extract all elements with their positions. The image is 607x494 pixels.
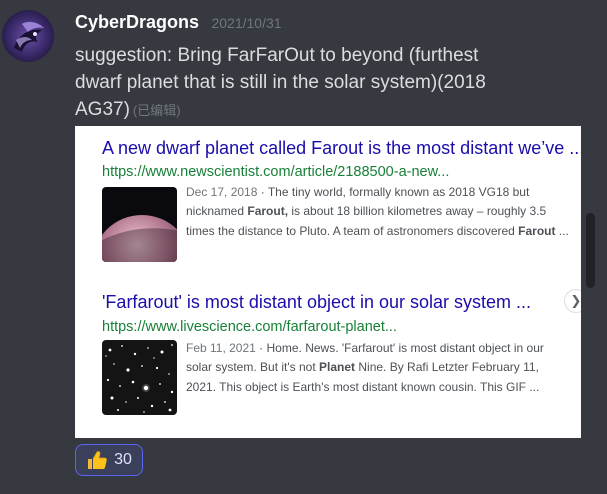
result-date: Dec 17, 2018 <box>186 185 258 199</box>
snippet-text: Home. News. 'Farfarout' is most distant … <box>266 341 544 355</box>
dwarf-planet-image-icon <box>102 187 177 262</box>
scrollbar-thumb[interactable] <box>586 213 595 288</box>
reaction-count: 30 <box>114 451 132 468</box>
thumbs-up-icon <box>88 451 107 469</box>
message-content: suggestion: Bring FarFarOut to beyond (f… <box>75 42 520 124</box>
result-title-link[interactable]: A new dwarf planet called Farout is the … <box>102 138 581 159</box>
search-results-embed: A new dwarf planet called Farout is the … <box>75 126 581 438</box>
result-url[interactable]: https://www.newscientist.com/article/218… <box>102 164 449 180</box>
chat-message: CyberDragons 2021/10/31 suggestion: Brin… <box>0 0 607 494</box>
snippet-line: Dec 17, 2018 · The tiny world, formally … <box>186 185 530 199</box>
result-date: Feb 11, 2021 <box>186 341 256 355</box>
planet-thumbnail[interactable] <box>102 187 177 262</box>
result-snippet: Dec 17, 2018 · The tiny world, formally … <box>186 183 580 241</box>
snippet-text: 2021. This object is Earth's most distan… <box>186 379 540 394</box>
timestamp: 2021/10/31 <box>211 15 282 31</box>
snippet-text: The tiny world, formally known as 2018 V… <box>267 185 530 199</box>
edited-marker: (已编辑) <box>132 103 181 118</box>
starfield-thumbnail[interactable] <box>102 340 177 415</box>
result-url[interactable]: https://www.livescience.com/farfarout-pl… <box>102 319 397 335</box>
snippet-line: times the distance to Pluto. A team of a… <box>186 222 580 241</box>
snippet-line: nicknamed Farout, is about 18 billion ki… <box>186 202 580 221</box>
reaction-button[interactable]: 30 <box>75 444 143 476</box>
dragon-avatar-icon <box>2 10 54 62</box>
snippet-line: 2021. This object is Earth's most distan… <box>186 378 580 397</box>
snippet-highlight: Farout <box>518 223 556 238</box>
starfield-image-icon <box>102 340 177 415</box>
snippet-line: Feb 11, 2021 · Home. News. 'Farfarout' i… <box>186 341 544 355</box>
username[interactable]: CyberDragons <box>75 12 199 32</box>
snippet-text: nicknamed <box>186 204 248 219</box>
result-snippet: Feb 11, 2021 · Home. News. 'Farfarout' i… <box>186 339 580 397</box>
snippet-text: Nine. By Rafi Letzter February 11, <box>355 360 539 375</box>
message-header: CyberDragons 2021/10/31 <box>75 12 282 33</box>
snippet-text: solar system. But it's not <box>186 360 320 375</box>
snippet-line: solar system. But it's not Planet Nine. … <box>186 358 580 377</box>
snippet-highlight: Farout, <box>247 204 289 219</box>
result-title-link[interactable]: 'Farfarout' is most distant object in ou… <box>102 292 581 313</box>
snippet-text: is about 18 billion kilometres away – ro… <box>288 204 547 219</box>
avatar[interactable] <box>2 10 54 62</box>
snippet-text: ... <box>555 223 569 238</box>
snippet-highlight: Planet <box>319 360 356 375</box>
snippet-text: times the distance to Pluto. A team of a… <box>186 223 519 238</box>
